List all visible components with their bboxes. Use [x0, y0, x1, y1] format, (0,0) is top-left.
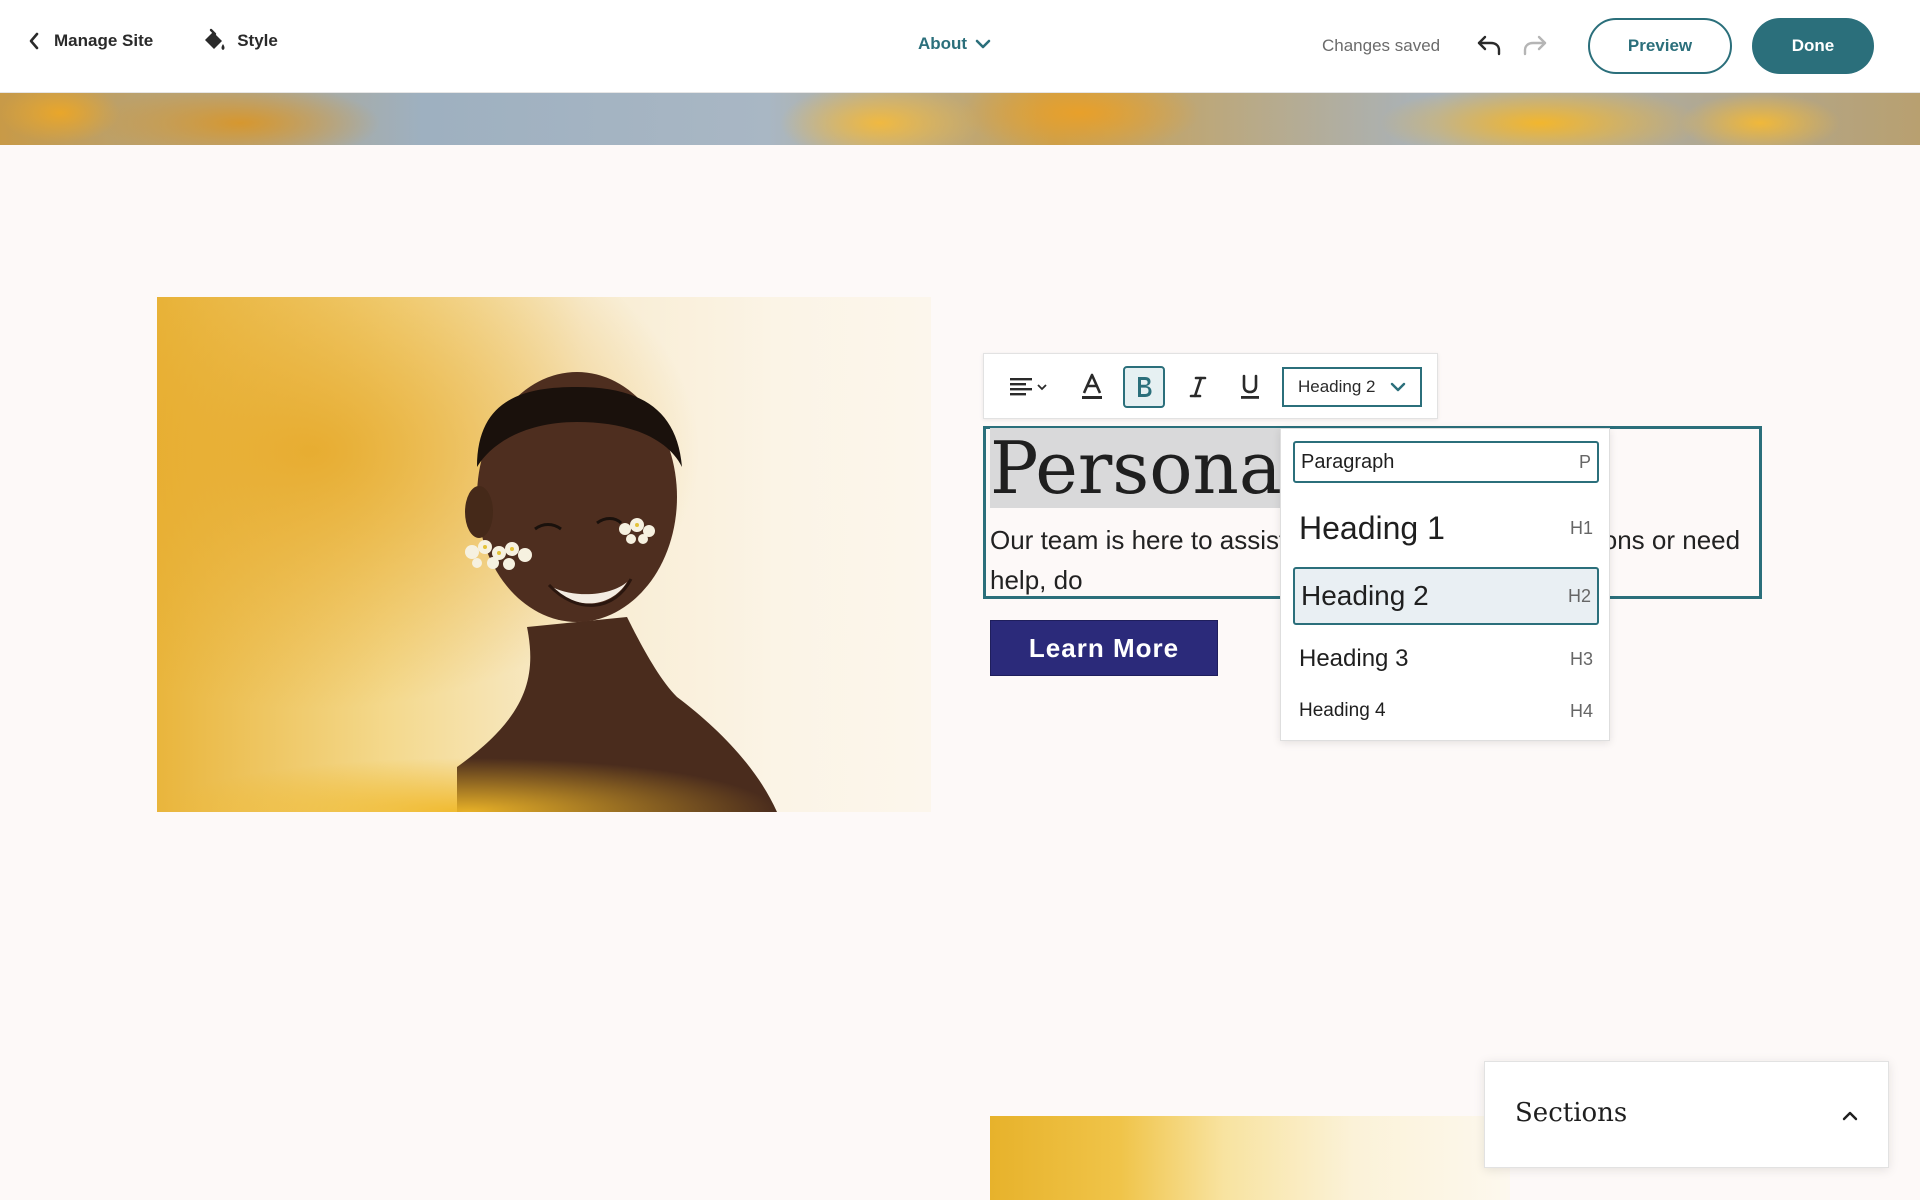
next-section-image[interactable]: [990, 1116, 1510, 1200]
text-color-icon: [1082, 373, 1102, 399]
text-style-dropdown-menu: Paragraph P Heading 1 H1 Heading 2 H2 He…: [1280, 428, 1610, 741]
manage-site-label: Manage Site: [54, 31, 154, 50]
underline-button[interactable]: [1232, 366, 1268, 408]
learn-more-button[interactable]: Learn More: [990, 620, 1218, 676]
text-style-select-value: Heading 2: [1298, 377, 1376, 396]
text-style-select[interactable]: Heading 2: [1282, 367, 1422, 407]
current-page-label: About: [918, 34, 968, 53]
top-bar-left-group: Manage Site Style: [28, 28, 278, 54]
style-option-label: Paragraph: [1301, 450, 1395, 473]
paint-bucket-icon: [205, 28, 225, 50]
hero-banner-image[interactable]: [0, 93, 1920, 145]
style-button[interactable]: Style: [201, 28, 278, 54]
italic-icon: [1189, 376, 1207, 398]
style-option-heading-4[interactable]: Heading 4 H4: [1293, 689, 1599, 733]
italic-button[interactable]: [1180, 366, 1216, 408]
manage-site-button[interactable]: Manage Site: [28, 31, 153, 51]
style-option-heading-3[interactable]: Heading 3 H3: [1293, 635, 1599, 683]
style-label: Style: [237, 31, 278, 50]
portrait-image[interactable]: [157, 297, 931, 812]
align-left-icon: [1010, 378, 1047, 396]
style-option-heading-1[interactable]: Heading 1 H1: [1293, 503, 1599, 553]
redo-icon: [1523, 35, 1547, 56]
portrait-illustration: [157, 297, 931, 812]
save-status-text: Changes saved: [1322, 36, 1441, 55]
page-switcher[interactable]: About: [918, 34, 991, 54]
style-option-heading-2[interactable]: Heading 2 H2: [1293, 567, 1599, 625]
style-option-tag: H2: [1567, 585, 1591, 606]
text-format-toolbar: Heading 2: [983, 353, 1438, 419]
redo-button[interactable]: [1522, 32, 1548, 63]
style-option-paragraph[interactable]: Paragraph P: [1293, 441, 1599, 483]
chevron-left-icon: [29, 32, 39, 50]
style-option-tag: H1: [1569, 517, 1593, 538]
text-color-button[interactable]: [1074, 366, 1110, 408]
style-option-tag: P: [1578, 451, 1591, 472]
bold-icon: [1138, 377, 1152, 397]
sections-panel-title: Sections: [1515, 1098, 1628, 1128]
style-option-label: Heading 3: [1299, 645, 1409, 672]
done-button[interactable]: Done: [1752, 18, 1874, 74]
style-option-label: Heading 4: [1299, 700, 1386, 721]
style-option-tag: H4: [1569, 700, 1593, 721]
style-option-label: Heading 2: [1301, 580, 1429, 611]
undo-button[interactable]: [1476, 32, 1502, 63]
undo-icon: [1477, 35, 1501, 56]
style-option-label: Heading 1: [1299, 509, 1445, 546]
chevron-down-icon: [975, 39, 991, 49]
preview-button[interactable]: Preview: [1588, 18, 1732, 74]
underline-icon: [1241, 374, 1259, 399]
bold-button[interactable]: [1123, 366, 1165, 408]
style-option-tag: H3: [1569, 648, 1593, 669]
chevron-up-icon[interactable]: [1842, 1110, 1858, 1122]
chevron-down-icon: [1390, 382, 1406, 392]
section-heading[interactable]: Personalize: [990, 428, 1280, 508]
sections-panel[interactable]: Sections: [1484, 1061, 1889, 1168]
editor-top-bar: Manage Site Style About Changes saved Pr: [0, 0, 1920, 93]
text-align-dropdown[interactable]: [1004, 366, 1052, 408]
